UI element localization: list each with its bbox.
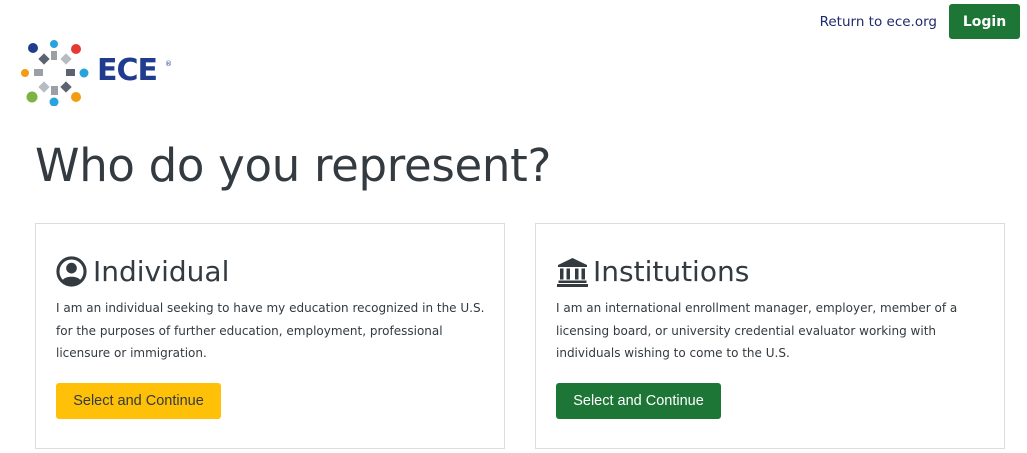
- institutions-card-description: I am an international enrollment manager…: [556, 301, 958, 360]
- institutions-card-title: Institutions: [593, 255, 750, 288]
- institutions-card-header: Institutions: [556, 255, 749, 288]
- individual-card-title: Individual: [93, 255, 230, 288]
- institutions-select-button[interactable]: Select and Continue: [556, 383, 721, 419]
- institution-building-icon: [556, 256, 588, 287]
- individual-card-header: Individual: [56, 255, 229, 288]
- ece-logo-mark-icon: [21, 40, 89, 106]
- top-bar: Return to ece.org Login: [820, 4, 1020, 39]
- page-title: Who do you represent?: [35, 139, 552, 192]
- return-to-ece-link[interactable]: Return to ece.org: [820, 14, 937, 30]
- user-circle-icon: [56, 256, 87, 287]
- individual-card: Individual I am an individual seeking to…: [35, 223, 505, 449]
- individual-card-description: I am an individual seeking to have my ed…: [56, 301, 485, 360]
- registered-mark: ®: [165, 60, 172, 68]
- login-button[interactable]: Login: [949, 4, 1020, 39]
- institutions-card: Institutions I am an international enrol…: [535, 223, 1005, 449]
- logo-wordmark: ECE: [97, 53, 158, 88]
- ece-logo[interactable]: ECE ®: [20, 40, 180, 106]
- individual-select-button[interactable]: Select and Continue: [56, 383, 221, 419]
